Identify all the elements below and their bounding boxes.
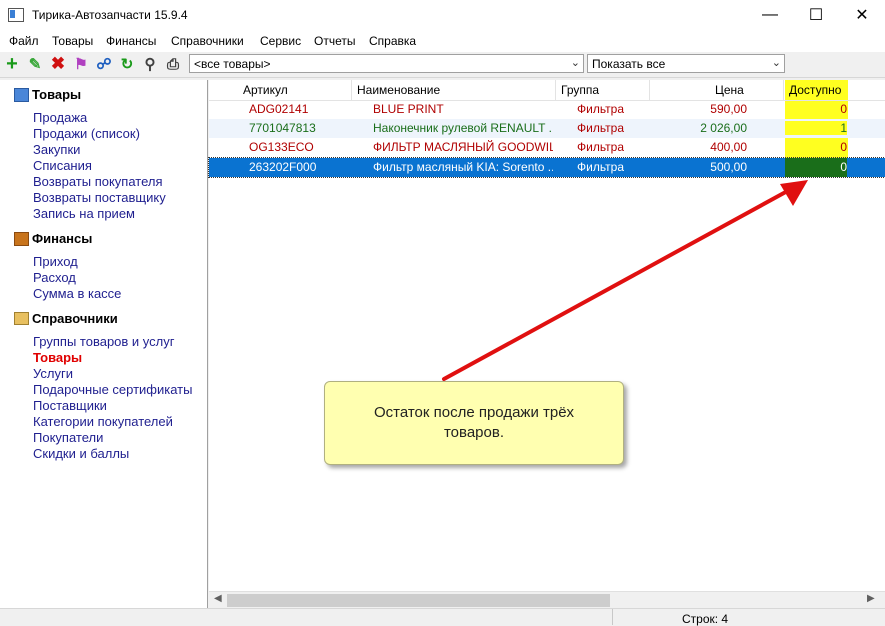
show-filter-combo[interactable]: Показать все ⌄ [587, 54, 785, 73]
cell-price: 2 026,00 [700, 121, 747, 135]
column-divider[interactable] [783, 80, 784, 100]
scroll-left-icon[interactable]: ◀ [214, 593, 222, 604]
callout-line-1: Остаток после продажи трёх [373, 404, 575, 421]
cell-available: 0 [785, 158, 847, 177]
window-title: Тирика-Автозапчасти 15.9.4 [32, 8, 188, 22]
goods-table: Артикул Наименование Группа Цена Доступн… [208, 80, 885, 608]
column-divider[interactable] [649, 80, 650, 100]
cell-name: BLUE PRINT [373, 102, 444, 116]
menu-goods[interactable]: Товары [52, 34, 93, 48]
sidebar: Товары Продажа Продажи (список) Закупки … [0, 80, 208, 608]
sidebar-item-expense[interactable]: Расход [33, 270, 76, 285]
cell-price: 500,00 [710, 160, 747, 174]
sidebar-section-finance[interactable]: Финансы [14, 231, 92, 246]
cell-group: Фильтра [577, 121, 624, 135]
menu-finance[interactable]: Финансы [106, 34, 156, 48]
goods-filter-value: <все товары> [194, 57, 271, 71]
show-filter-value: Показать все [592, 57, 666, 71]
sidebar-item-customer-returns[interactable]: Возвраты покупателя [33, 174, 163, 189]
sidebar-item-income[interactable]: Приход [33, 254, 78, 269]
app-icon [8, 8, 24, 22]
column-header-group[interactable]: Группа [561, 83, 599, 97]
callout-line-2: товаров. [443, 424, 504, 441]
column-header-article[interactable]: Артикул [243, 83, 288, 97]
sidebar-item-customers[interactable]: Покупатели [33, 430, 103, 445]
add-icon[interactable]: + [3, 53, 21, 75]
cell-group: Фильтра [577, 140, 624, 154]
cell-name: Наконечник рулевой RENAULT ... [373, 121, 553, 135]
table-row-selected[interactable]: 263202F000 Фильтр масляный KIA: Sorento … [208, 157, 885, 178]
menu-references[interactable]: Справочники [171, 34, 244, 48]
edit-icon[interactable]: ✎ [26, 55, 44, 73]
sidebar-item-gift-certificates[interactable]: Подарочные сертификаты [33, 382, 192, 397]
column-header-price[interactable]: Цена [715, 83, 744, 97]
wallet-icon [14, 231, 29, 246]
cell-article: 7701047813 [249, 121, 316, 135]
cell-name: ФИЛЬТР МАСЛЯНЫЙ GOODWILL [373, 140, 553, 154]
scroll-right-icon[interactable]: ▶ [867, 593, 875, 604]
cell-article: OG133ECO [249, 140, 314, 154]
status-bar: Строк: 4 [0, 608, 885, 626]
column-divider[interactable] [351, 80, 352, 100]
column-header-name[interactable]: Наименование [357, 83, 440, 97]
cell-group: Фильтра [577, 160, 624, 174]
table-row[interactable]: 7701047813 Наконечник рулевой RENAULT ..… [209, 119, 885, 138]
print-icon[interactable]: ⎙ [164, 55, 182, 73]
annotation-callout: Остаток после продажи трёх товаров. [324, 381, 624, 465]
sidebar-item-purchases[interactable]: Закупки [33, 142, 80, 157]
scrollbar-thumb[interactable] [227, 594, 610, 607]
close-button[interactable]: ✕ [839, 0, 885, 30]
sidebar-item-supplier-returns[interactable]: Возвраты поставщику [33, 190, 166, 205]
table-row[interactable]: OG133ECO ФИЛЬТР МАСЛЯНЫЙ GOODWILL Фильтр… [209, 138, 885, 157]
table-row[interactable]: ADG02141 BLUE PRINT Фильтра 590,00 0 [209, 100, 885, 119]
sidebar-item-services[interactable]: Услуги [33, 366, 73, 381]
sidebar-item-sale[interactable]: Продажа [33, 110, 87, 125]
cell-available: 1 [785, 121, 847, 135]
flag-icon[interactable]: ⚑ [72, 55, 90, 73]
cell-price: 590,00 [710, 102, 747, 116]
title-bar: Тирика-Автозапчасти 15.9.4 — ☐ ✕ [0, 0, 885, 30]
menu-service[interactable]: Сервис [260, 34, 301, 48]
status-divider [612, 609, 613, 625]
toolbar: + ✎ ✖ ⚑ ☍ ↻ ⚲ ⎙ <все товары> ⌄ Показать … [0, 52, 885, 78]
table-header: Артикул Наименование Группа Цена Доступн… [209, 80, 885, 101]
sidebar-item-customer-categories[interactable]: Категории покупателей [33, 414, 173, 429]
sidebar-item-appointments[interactable]: Запись на прием [33, 206, 135, 221]
goods-filter-combo[interactable]: <все товары> ⌄ [189, 54, 584, 73]
sidebar-section-goods[interactable]: Товары [14, 87, 81, 102]
horizontal-scrollbar[interactable]: ◀ ▶ [209, 591, 885, 609]
menu-bar: Файл Товары Финансы Справочники Сервис О… [0, 30, 885, 52]
cell-available: 0 [840, 140, 847, 154]
sidebar-item-goods[interactable]: Товары [33, 350, 82, 365]
sidebar-item-suppliers[interactable]: Поставщики [33, 398, 107, 413]
sidebar-item-goods-groups[interactable]: Группы товаров и услуг [33, 334, 175, 349]
folder-icon [14, 312, 29, 325]
cell-group: Фильтра [577, 102, 624, 116]
cell-available: 0 [840, 102, 847, 116]
maximize-button[interactable]: ☐ [793, 0, 839, 30]
box-icon [14, 87, 29, 102]
minimize-button[interactable]: — [747, 0, 793, 30]
delete-icon[interactable]: ✖ [49, 54, 67, 73]
refresh-icon[interactable]: ↻ [118, 55, 136, 73]
column-header-available[interactable]: Доступно [789, 83, 841, 97]
menu-file[interactable]: Файл [9, 34, 39, 48]
cell-article: 263202F000 [249, 160, 317, 174]
sidebar-item-discounts[interactable]: Скидки и баллы [33, 446, 129, 461]
sidebar-item-sales-list[interactable]: Продажи (список) [33, 126, 140, 141]
column-divider[interactable] [555, 80, 556, 100]
chevron-down-icon: ⌄ [570, 57, 580, 69]
menu-reports[interactable]: Отчеты [314, 34, 355, 48]
chevron-down-icon: ⌄ [771, 57, 781, 69]
sidebar-item-cash-total[interactable]: Сумма в кассе [33, 286, 121, 301]
cell-article: ADG02141 [249, 102, 309, 116]
link-icon[interactable]: ☍ [95, 55, 113, 73]
sidebar-section-references[interactable]: Справочники [14, 311, 118, 326]
cell-price: 400,00 [710, 140, 747, 154]
cell-name: Фильтр масляный KIA: Sorento ... [373, 160, 553, 174]
search-icon[interactable]: ⚲ [141, 55, 159, 73]
menu-help[interactable]: Справка [369, 34, 416, 48]
sidebar-item-writeoffs[interactable]: Списания [33, 158, 92, 173]
